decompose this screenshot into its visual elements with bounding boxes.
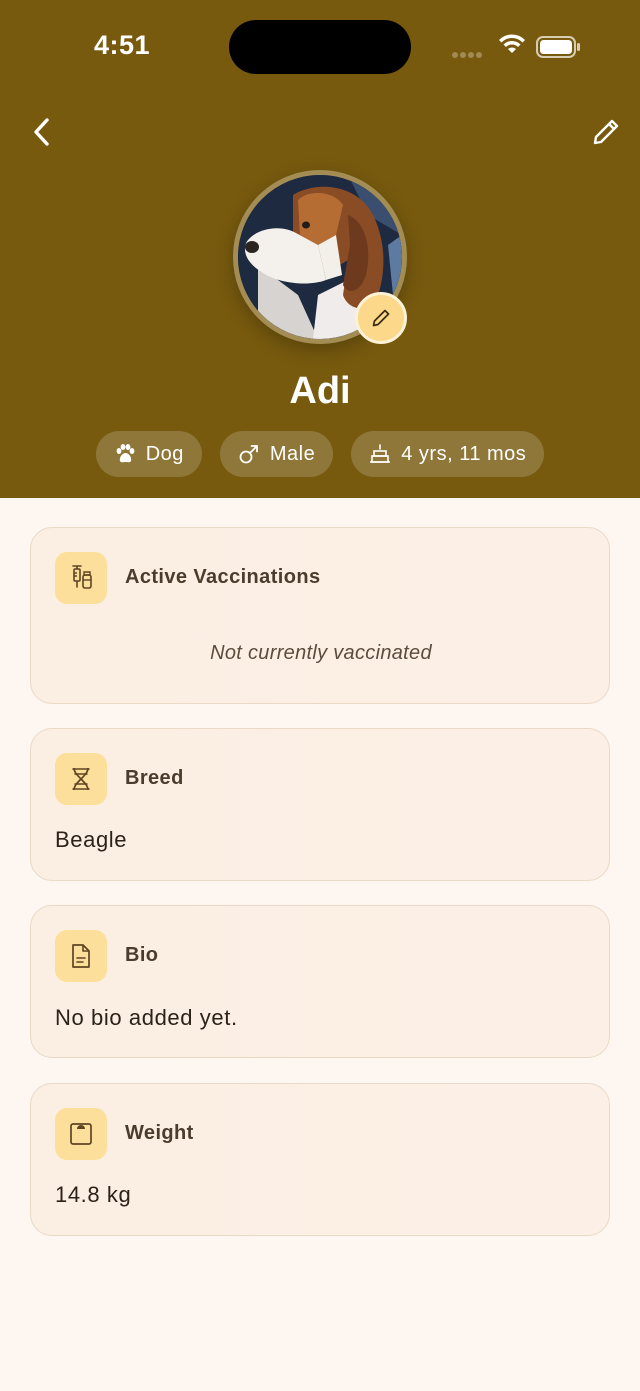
wifi-icon (499, 34, 525, 53)
pencil-icon (372, 309, 390, 327)
paw-icon (116, 444, 135, 463)
pet-name: Adi (289, 370, 351, 412)
vaccinations-card[interactable]: Active Vaccinations Not currently vaccin… (30, 527, 610, 704)
breed-value: Beagle (55, 827, 128, 852)
pet-info-chips: Dog Male 4 yrs, 11 mos (0, 431, 640, 477)
status-icons (452, 32, 582, 62)
pet-avatar-container (233, 170, 407, 344)
weight-icon-tile (55, 1108, 107, 1160)
vaccinations-title: Active Vaccinations (125, 566, 321, 588)
bio-icon-tile (55, 930, 107, 982)
species-label: Dog (145, 442, 184, 465)
sex-label: Male (269, 442, 316, 465)
bio-card[interactable]: Bio No bio added yet. (30, 905, 610, 1058)
breed-card[interactable]: Breed Beagle (30, 728, 610, 881)
chevron-left-icon (34, 118, 49, 146)
battery-icon (536, 36, 580, 58)
cake-icon (370, 444, 391, 463)
vaccinations-empty-text: Not currently vaccinated (210, 642, 432, 664)
back-button[interactable] (22, 110, 62, 154)
breed-title: Breed (125, 767, 184, 789)
status-bar: 4:51 (0, 0, 640, 96)
profile-header: 4:51 Adi Dog Male 4 yrs, 11 mos (0, 0, 640, 498)
weight-title: Weight (125, 1122, 194, 1144)
edit-photo-button[interactable] (355, 292, 407, 344)
male-symbol-icon (239, 445, 258, 464)
syringe-vial-icon (72, 565, 92, 589)
document-icon (72, 944, 90, 968)
species-chip: Dog (95, 431, 202, 477)
breed-icon-tile (55, 753, 107, 805)
signal-icon (452, 45, 484, 63)
weight-value: 14.8 kg (55, 1182, 132, 1207)
status-time: 4:51 (94, 30, 151, 60)
dna-icon (72, 767, 90, 791)
sex-chip: Male (219, 431, 334, 477)
pencil-icon (593, 119, 619, 145)
vaccinations-icon-tile (55, 552, 107, 604)
age-label: 4 yrs, 11 mos (401, 442, 527, 465)
edit-profile-button[interactable] (584, 110, 628, 154)
bio-value: No bio added yet. (55, 1005, 238, 1030)
scale-icon (70, 1123, 92, 1145)
bio-title: Bio (125, 944, 159, 966)
age-chip: 4 yrs, 11 mos (351, 431, 545, 477)
weight-card[interactable]: Weight 14.8 kg (30, 1083, 610, 1236)
dynamic-island (229, 20, 411, 74)
